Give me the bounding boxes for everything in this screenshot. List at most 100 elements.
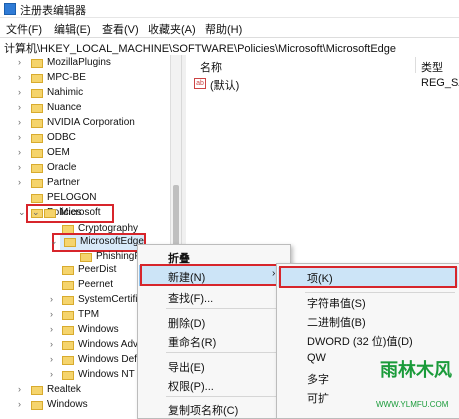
folder-icon — [62, 341, 74, 350]
folder-icon — [62, 281, 74, 290]
folder-icon — [62, 296, 74, 305]
tree-item-label: PeerDist — [78, 264, 117, 275]
tree-item[interactable]: › Nuance — [0, 102, 170, 116]
tree-item-label: Windows Defe — [78, 354, 143, 365]
folder-icon — [44, 209, 56, 218]
menu-item-find[interactable]: 查找(F)... — [168, 290, 213, 306]
tree-item-label: Oracle — [47, 162, 77, 173]
folder-icon — [31, 104, 43, 113]
menu-item-collapse[interactable]: 折叠 — [168, 250, 190, 266]
menu-item-rename[interactable]: 重命名(R) — [168, 334, 216, 350]
tree-item[interactable]: › OEM — [0, 147, 170, 161]
submenu-item-string-value[interactable]: 字符串值(S) — [307, 295, 366, 311]
tree-item-label: Nahimic — [47, 87, 84, 98]
menu-separator — [166, 396, 286, 397]
expand-arrow-icon[interactable]: › — [18, 177, 21, 187]
expand-arrow-icon[interactable]: › — [50, 369, 53, 379]
expand-arrow-icon[interactable]: › — [18, 117, 21, 127]
menu-file[interactable]: 文件(F) — [6, 21, 42, 37]
tree-item-label: TPM — [78, 309, 100, 320]
tree-item-label: PELOGON — [47, 192, 97, 203]
folder-icon — [62, 356, 74, 365]
expand-arrow-icon[interactable]: ⌄ — [50, 236, 58, 247]
folder-icon — [62, 311, 74, 320]
tree-item[interactable]: › MPC-BE — [0, 72, 170, 86]
folder-icon — [31, 59, 43, 68]
tree-item-label: Microsoft — [60, 207, 101, 218]
tree-item-label: PhishingFi — [96, 251, 143, 262]
menu-help[interactable]: 帮助(H) — [205, 21, 242, 37]
registry-editor-icon — [4, 3, 16, 15]
tree-item[interactable]: › Nahimic — [0, 87, 170, 101]
folder-icon — [62, 326, 74, 335]
expand-arrow-icon[interactable]: › — [50, 339, 53, 349]
submenu-item-binary-value[interactable]: 二进制值(B) — [307, 314, 366, 330]
expand-arrow-icon[interactable]: › — [50, 294, 53, 304]
new-highlight-box — [140, 264, 287, 286]
tree-item[interactable]: › NVIDIA Corporation — [0, 117, 170, 131]
tree-item-label: Partner — [47, 177, 80, 188]
tree-item[interactable]: › Partner — [0, 177, 170, 191]
submenu-item-qword-value[interactable]: QW — [307, 352, 326, 364]
menu-item-delete[interactable]: 删除(D) — [168, 315, 205, 331]
tree-item-label: Windows — [78, 324, 119, 335]
tree-item-label: SystemCertific — [78, 294, 143, 305]
tree-item-label: OEM — [47, 147, 70, 158]
menu-favorites[interactable]: 收藏夹(A) — [148, 21, 196, 37]
context-menu: 折叠 新建(N) › 查找(F)... 删除(D) 重命名(R) 导出(E) 权… — [137, 244, 291, 419]
column-name-header[interactable]: 名称 — [200, 59, 222, 75]
menu-item-export[interactable]: 导出(E) — [168, 359, 205, 375]
tree-item[interactable]: › ODBC — [0, 132, 170, 146]
tree-item-label: MPC-BE — [47, 72, 86, 83]
address-bar[interactable]: 计算机\HKEY_LOCAL_MACHINE\SOFTWARE\Policies… — [0, 37, 459, 56]
column-type-header[interactable]: 类型 — [421, 59, 443, 75]
menu-edit[interactable]: 编辑(E) — [54, 21, 91, 37]
folder-icon — [62, 371, 74, 380]
address-path: 计算机\HKEY_LOCAL_MACHINE\SOFTWARE\Policies… — [4, 43, 397, 55]
folder-icon — [31, 119, 43, 128]
expand-arrow-icon[interactable]: › — [50, 324, 53, 334]
menu-item-new[interactable]: 新建(N) — [168, 269, 205, 285]
folder-icon — [64, 238, 76, 247]
menu-item-permissions[interactable]: 权限(P)... — [168, 378, 214, 394]
title-bar: 注册表编辑器 — [0, 0, 459, 18]
menu-view[interactable]: 查看(V) — [102, 21, 139, 37]
tree-item[interactable]: › Oracle — [0, 162, 170, 176]
folder-icon — [31, 179, 43, 188]
watermark-logo: 雨林木风 WWW.YLMFU.COM — [376, 338, 459, 417]
expand-arrow-icon[interactable]: › — [50, 309, 53, 319]
folder-icon — [31, 194, 43, 203]
folder-icon — [31, 401, 43, 410]
value-row-name[interactable]: (默认) — [210, 77, 239, 93]
folder-icon — [31, 164, 43, 173]
menu-item-copy-key-name[interactable]: 复制项名称(C) — [168, 402, 238, 418]
watermark-text: 雨林木风 — [380, 360, 452, 380]
expand-arrow-icon[interactable]: › — [18, 132, 21, 142]
menu-separator — [166, 308, 286, 309]
menu-separator — [305, 292, 455, 293]
expand-arrow-icon[interactable]: › — [50, 354, 53, 364]
tree-item-label: Windows — [47, 399, 88, 410]
expand-arrow-icon[interactable]: › — [18, 399, 21, 409]
expand-arrow-icon[interactable]: ⌄ — [32, 207, 40, 218]
expand-arrow-icon[interactable]: › — [18, 162, 21, 172]
value-row-type: REG_SZ — [421, 77, 459, 89]
expand-arrow-icon[interactable]: › — [18, 57, 21, 67]
column-divider[interactable] — [415, 57, 416, 73]
expand-arrow-icon[interactable]: › — [18, 384, 21, 394]
expand-arrow-icon[interactable]: › — [18, 102, 21, 112]
submenu-item-expandable-string-value[interactable]: 可扩 — [307, 390, 329, 406]
tree-item-label: MozillaPlugins — [47, 57, 111, 68]
expand-arrow-icon[interactable]: › — [18, 87, 21, 97]
expand-arrow-icon[interactable]: › — [18, 147, 21, 157]
submenu-item-key[interactable]: 项(K) — [307, 270, 333, 286]
folder-icon — [80, 253, 92, 262]
folder-icon — [31, 386, 43, 395]
tree-item-label: ODBC — [47, 132, 76, 143]
tree-item-microsoft[interactable]: ⌄ Microsoft — [0, 207, 170, 221]
submenu-item-multi-string-value[interactable]: 多字 — [307, 371, 329, 387]
tree-item[interactable]: › MozillaPlugins — [0, 57, 170, 71]
folder-icon — [31, 149, 43, 158]
folder-icon — [31, 74, 43, 83]
expand-arrow-icon[interactable]: › — [18, 72, 21, 82]
